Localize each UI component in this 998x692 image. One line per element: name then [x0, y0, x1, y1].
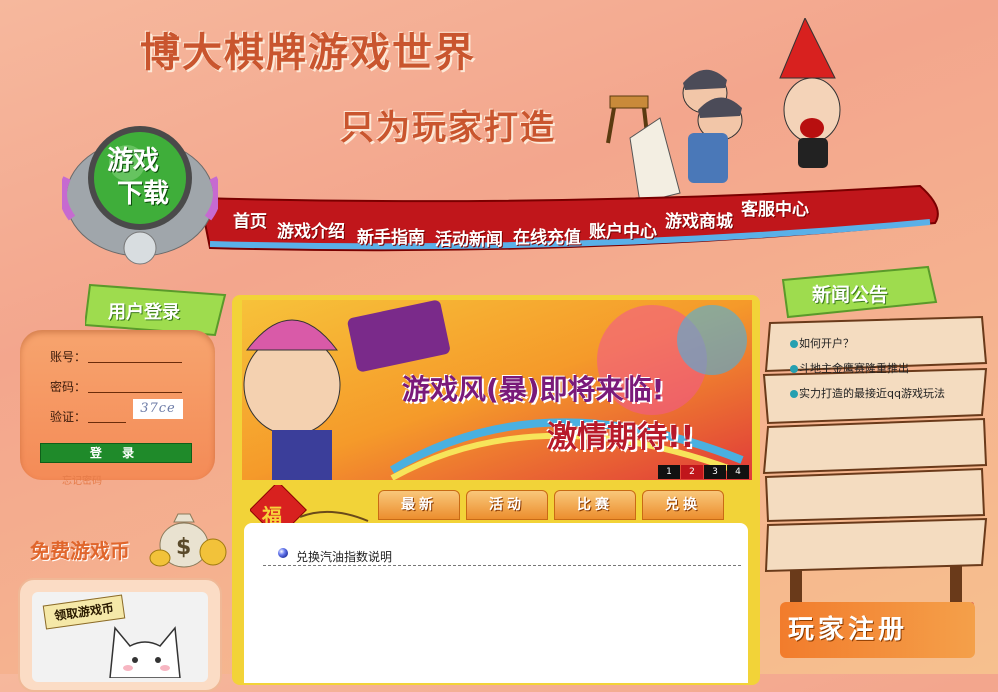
list-item[interactable]: 兑换汽油指数说明	[263, 545, 741, 566]
notice-item-text[interactable]: 如何开户？	[799, 337, 854, 350]
login-button[interactable]: 登 录	[40, 443, 192, 463]
bullet-icon	[278, 548, 288, 558]
game-download-button[interactable]: 游戏 下载	[59, 118, 221, 268]
verify-input[interactable]	[88, 408, 126, 423]
nav-beginner-guide[interactable]: 新手指南	[357, 223, 425, 248]
tab-matches[interactable]: 比赛	[554, 490, 636, 520]
banner-page-1[interactable]: 1	[658, 465, 680, 479]
tab-events[interactable]: 活动	[466, 490, 548, 520]
free-coins-title: 免费游戏币	[30, 539, 130, 563]
bullet-icon	[790, 340, 798, 348]
banner-page-2[interactable]: 2	[681, 465, 703, 479]
notice-item-text[interactable]: 实力打造的最接近qq游戏玩法	[799, 387, 945, 400]
news-tabs: 最新 活动 比赛 兑换	[378, 490, 724, 520]
notice-item[interactable]: 如何开户？	[790, 335, 854, 351]
verify-label: 验证：	[50, 410, 87, 424]
account-input[interactable]	[88, 348, 182, 363]
money-bag-icon: $	[149, 513, 227, 568]
news-item-text[interactable]: 兑换汽油指数说明	[296, 548, 392, 565]
account-label: 账号：	[50, 350, 87, 364]
notice-item[interactable]: 实力打造的最接近qq游戏玩法	[790, 385, 945, 401]
site-slogan: 只为玩家打造	[340, 108, 556, 148]
nav-event-news[interactable]: 活动新闻	[435, 225, 503, 250]
promo-banner[interactable]: 游戏风(暴)即将来临! 激情期待!!	[242, 300, 752, 481]
svg-text:$: $	[176, 535, 191, 560]
login-title: 用户登录	[108, 302, 180, 323]
download-label-bottom: 下载	[117, 179, 170, 209]
bullet-icon	[790, 390, 798, 398]
cat-mascot-icon	[109, 626, 181, 678]
download-label-top: 游戏	[107, 146, 160, 176]
nav-game-mall[interactable]: 游戏商城	[665, 207, 733, 232]
forgot-password-link[interactable]: 忘记密码	[62, 472, 102, 487]
captcha-image[interactable]: 37ce	[133, 399, 183, 419]
nav-customer-service[interactable]: 客服中心	[741, 195, 809, 220]
password-input[interactable]	[88, 378, 182, 393]
bullet-icon	[790, 365, 798, 373]
notice-item[interactable]: 斗地主金鹰赛隆重推出	[790, 360, 909, 376]
main-nav: 首页 游戏介绍 新手指南 活动新闻 在线充值 账户中心 游戏商城 客服中心	[225, 185, 845, 250]
tab-latest[interactable]: 最新	[378, 490, 460, 520]
notice-item-text[interactable]: 斗地主金鹰赛隆重推出	[799, 362, 909, 375]
tab-exchange[interactable]: 兑换	[642, 490, 724, 520]
wooden-notice-board	[762, 315, 988, 605]
nav-online-recharge[interactable]: 在线充值	[513, 223, 581, 248]
banner-page-4[interactable]: 4	[727, 465, 749, 479]
banner-headline: 游戏风(暴)即将来临!	[402, 373, 665, 406]
password-label: 密码：	[50, 380, 87, 394]
nav-home[interactable]: 首页	[233, 207, 267, 232]
banner-page-3[interactable]: 3	[704, 465, 726, 479]
site-title: 博大棋牌游戏世界	[140, 30, 476, 76]
register-button[interactable]: 玩家注册	[780, 602, 975, 658]
nav-account-center[interactable]: 账户中心	[589, 217, 657, 242]
banner-subline: 激情期待!!	[547, 420, 695, 455]
banner-pagination: 1 2 3 4	[658, 465, 749, 479]
notice-title: 新闻公告	[812, 284, 889, 306]
nav-game-intro[interactable]: 游戏介绍	[277, 217, 345, 242]
